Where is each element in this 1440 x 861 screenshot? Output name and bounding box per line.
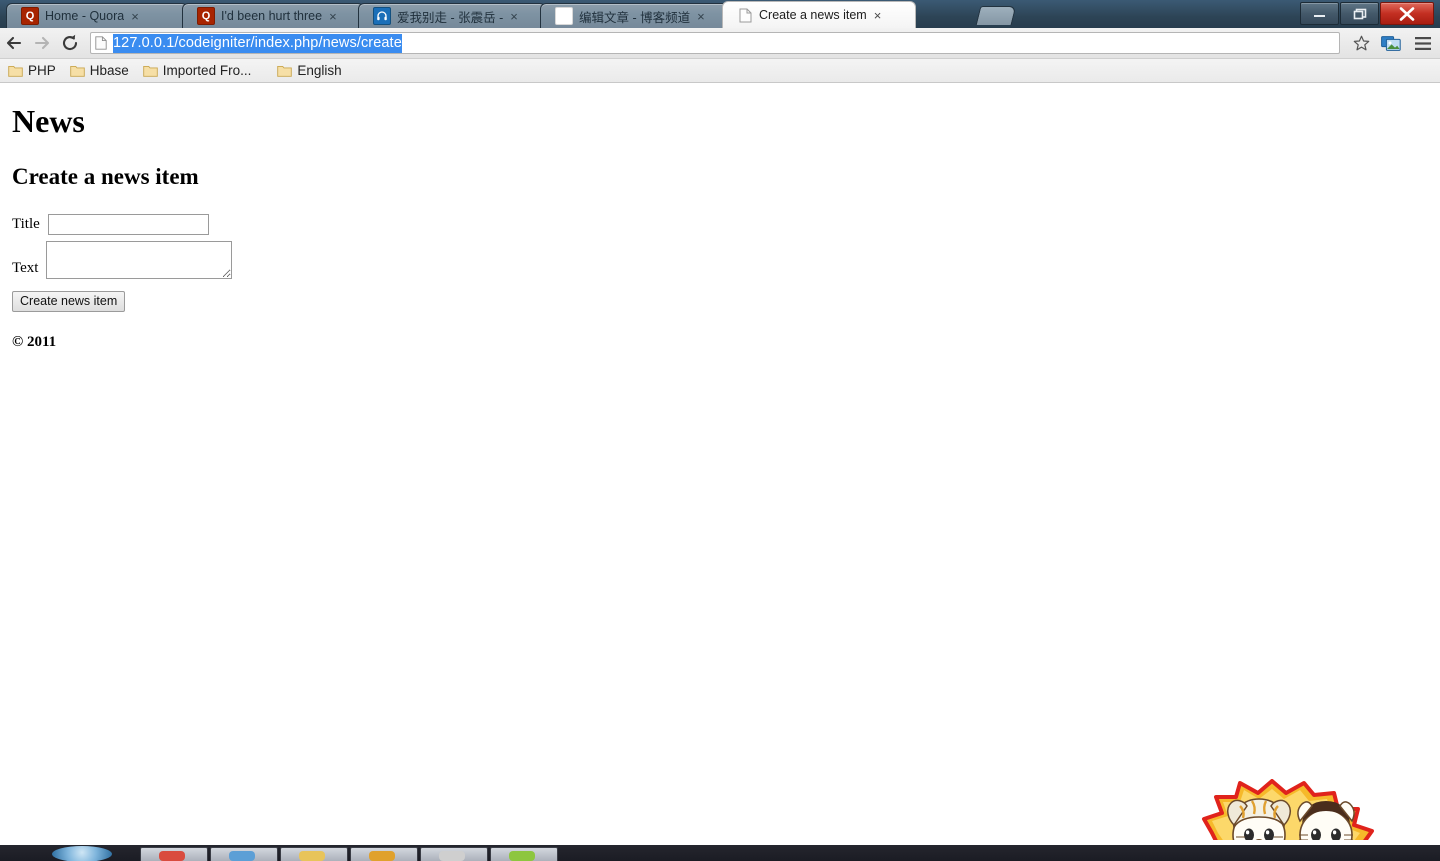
tab-music[interactable]: 爱我别走 - 张震岳 - ×	[358, 3, 546, 28]
tab-label: 编辑文章 - 博客频道	[579, 10, 691, 25]
tab-label: I'd been hurt three	[221, 9, 323, 23]
page-icon	[737, 7, 753, 23]
start-button[interactable]	[52, 846, 112, 861]
taskbar-item-6[interactable]	[490, 847, 558, 861]
page-viewport: News Create a news item Title Text Creat…	[0, 84, 1440, 840]
page-info-icon[interactable]	[95, 36, 109, 50]
taskbar-item-3[interactable]	[280, 847, 348, 861]
restore-button[interactable]	[1340, 2, 1379, 25]
text-textarea[interactable]	[46, 241, 233, 279]
folder-icon	[70, 64, 85, 77]
bookmark-label: PHP	[28, 63, 56, 78]
tab-close-icon[interactable]: ×	[874, 9, 882, 22]
back-button[interactable]	[0, 29, 28, 57]
tab-ive-been-hurt[interactable]: Q I'd been hurt three ×	[182, 3, 364, 28]
page-content: News Create a news item Title Text Creat…	[0, 84, 1440, 351]
folder-icon	[8, 64, 23, 77]
tab-close-icon[interactable]: ×	[131, 10, 139, 23]
windows-taskbar	[0, 845, 1440, 861]
cartoon-sticker-image: 中	[1196, 779, 1392, 840]
window-controls	[1299, 2, 1434, 25]
tab-create-a-news-item[interactable]: Create a news item ×	[722, 1, 916, 28]
taskbar-item-5[interactable]	[420, 847, 488, 861]
bookmark-label: Hbase	[89, 63, 129, 78]
copyright-text: © 2011	[12, 334, 57, 350]
address-bar[interactable]: 127.0.0.1/codeigniter/index.php/news/cre…	[90, 32, 1340, 54]
create-news-item-button[interactable]: Create news item	[12, 291, 126, 312]
title-field-label: Title	[12, 216, 40, 232]
taskbar-item-2[interactable]	[210, 847, 278, 861]
bookmark-imported-from[interactable]: Imported Fro...	[143, 63, 252, 78]
form-row-title: Title	[12, 214, 1440, 235]
browser-window: Q Home - Quora × Q I'd been hurt three ×…	[0, 0, 1440, 861]
bookmark-star-icon[interactable]	[1346, 29, 1376, 57]
bookmark-label: Imported Fro...	[162, 63, 252, 78]
tab-close-icon[interactable]: ×	[329, 10, 337, 23]
close-button[interactable]	[1380, 2, 1434, 25]
title-input[interactable]	[47, 214, 209, 235]
page-subtitle: Create a news item	[12, 164, 199, 189]
reload-button[interactable]	[56, 29, 84, 57]
browser-toolbar: 127.0.0.1/codeigniter/index.php/news/cre…	[0, 28, 1440, 59]
browser-menu-icon[interactable]	[1406, 29, 1440, 57]
taskbar-item-1[interactable]	[140, 847, 208, 861]
csdn-icon: C	[555, 7, 573, 25]
tab-home-quora[interactable]: Q Home - Quora ×	[6, 3, 188, 28]
bookmark-label: English	[297, 63, 342, 78]
forward-button[interactable]	[28, 29, 56, 57]
bookmark-english[interactable]: English	[277, 63, 342, 78]
form-row-text: Text	[12, 241, 1440, 279]
text-field-label: Text	[12, 260, 39, 276]
tab-close-icon[interactable]: ×	[697, 10, 705, 23]
tab-list: Q Home - Quora × Q I'd been hurt three ×…	[6, 0, 916, 28]
quora-icon: Q	[197, 7, 215, 25]
create-news-form: Title Text Create news item	[10, 214, 1440, 312]
bookmarks-bar: PHP Hbase Imported Fro... English	[0, 59, 1440, 83]
tab-label: Create a news item	[759, 8, 867, 22]
tab-close-icon[interactable]: ×	[510, 10, 518, 23]
minimize-button[interactable]	[1300, 2, 1339, 25]
folder-icon	[277, 64, 293, 77]
folder-icon	[143, 64, 158, 77]
new-tab-button[interactable]	[975, 6, 1017, 25]
tab-csdn-editor[interactable]: C 编辑文章 - 博客频道 ×	[540, 3, 728, 28]
taskbar-item-4[interactable]	[350, 847, 418, 861]
url-text[interactable]: 127.0.0.1/codeigniter/index.php/news/cre…	[113, 33, 402, 53]
tab-strip: Q Home - Quora × Q I'd been hurt three ×…	[0, 0, 1440, 28]
headphones-icon	[373, 7, 391, 25]
bookmark-php[interactable]: PHP	[8, 63, 56, 78]
tab-label: Home - Quora	[45, 9, 125, 23]
image-extension-icon[interactable]	[1376, 29, 1406, 57]
quora-icon: Q	[21, 7, 39, 25]
tab-label: 爱我别走 - 张震岳 -	[397, 10, 504, 25]
page-title: News	[12, 103, 85, 139]
bookmark-hbase[interactable]: Hbase	[70, 63, 129, 78]
